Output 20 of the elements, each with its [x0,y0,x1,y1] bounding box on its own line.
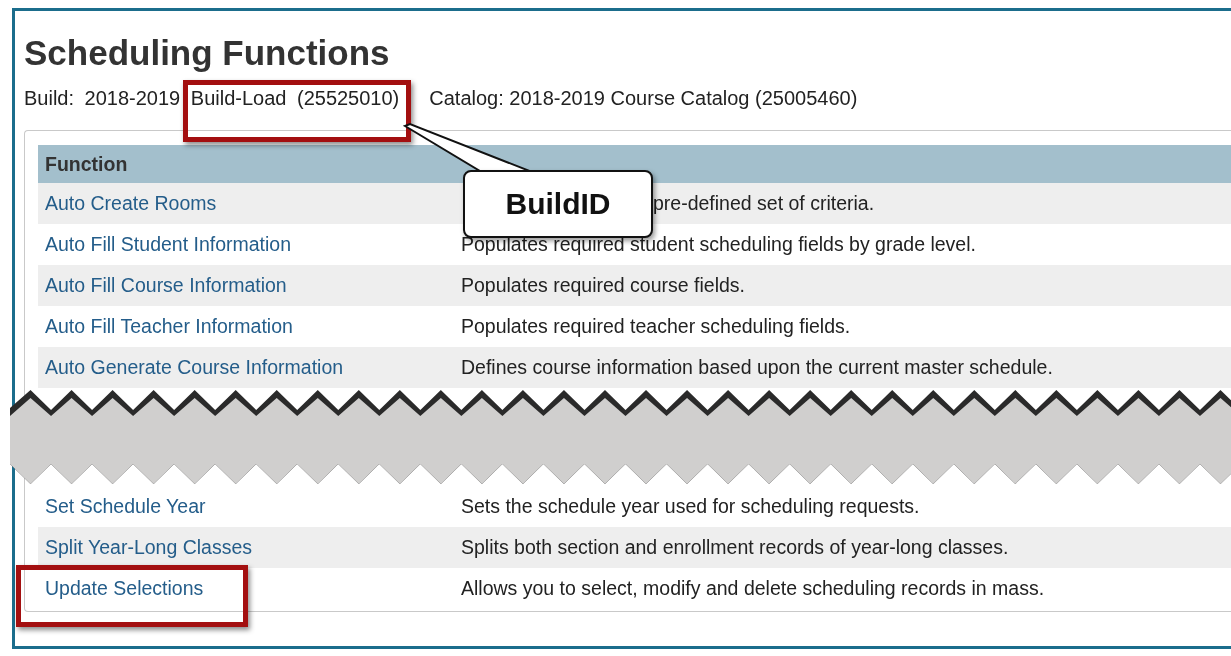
function-link[interactable]: Set Schedule Year [45,495,206,517]
function-link[interactable]: Update Selections [45,577,204,599]
function-link[interactable]: Auto Generate Course Information [45,356,344,378]
build-info: Build: 2018-2019 Build-Load (25525010) [24,87,400,110]
function-description: Populates required course fields. [461,274,745,296]
function-link[interactable]: Auto Create Rooms [45,192,217,214]
function-link[interactable]: Split Year-Long Classes [45,536,253,558]
function-description: Splits both section and enrollment records of year-long classes. [461,536,1009,558]
column-header: Function [44,152,128,176]
function-description: Populates required teacher scheduling fields. [461,315,851,337]
function-link[interactable]: Auto Fill Student Information [45,233,292,255]
function-link[interactable]: Auto Fill Teacher Information [45,315,293,337]
function-description: pre-defined set of criteria. [653,192,875,214]
page-title: Scheduling Functions [24,33,391,73]
function-link[interactable]: Auto Fill Course Information [45,274,287,296]
function-description: Defines course information based upon the current master schedule. [461,356,1053,378]
function-description: Sets the schedule year used for scheduling requests. [461,495,920,517]
callout-label: BuildID [463,170,653,238]
catalog-info: Catalog: 2018-2019 Course Catalog (25005460) [429,87,858,110]
function-description: Allows you to select, modify and delete scheduling records in mass. [461,577,1045,599]
